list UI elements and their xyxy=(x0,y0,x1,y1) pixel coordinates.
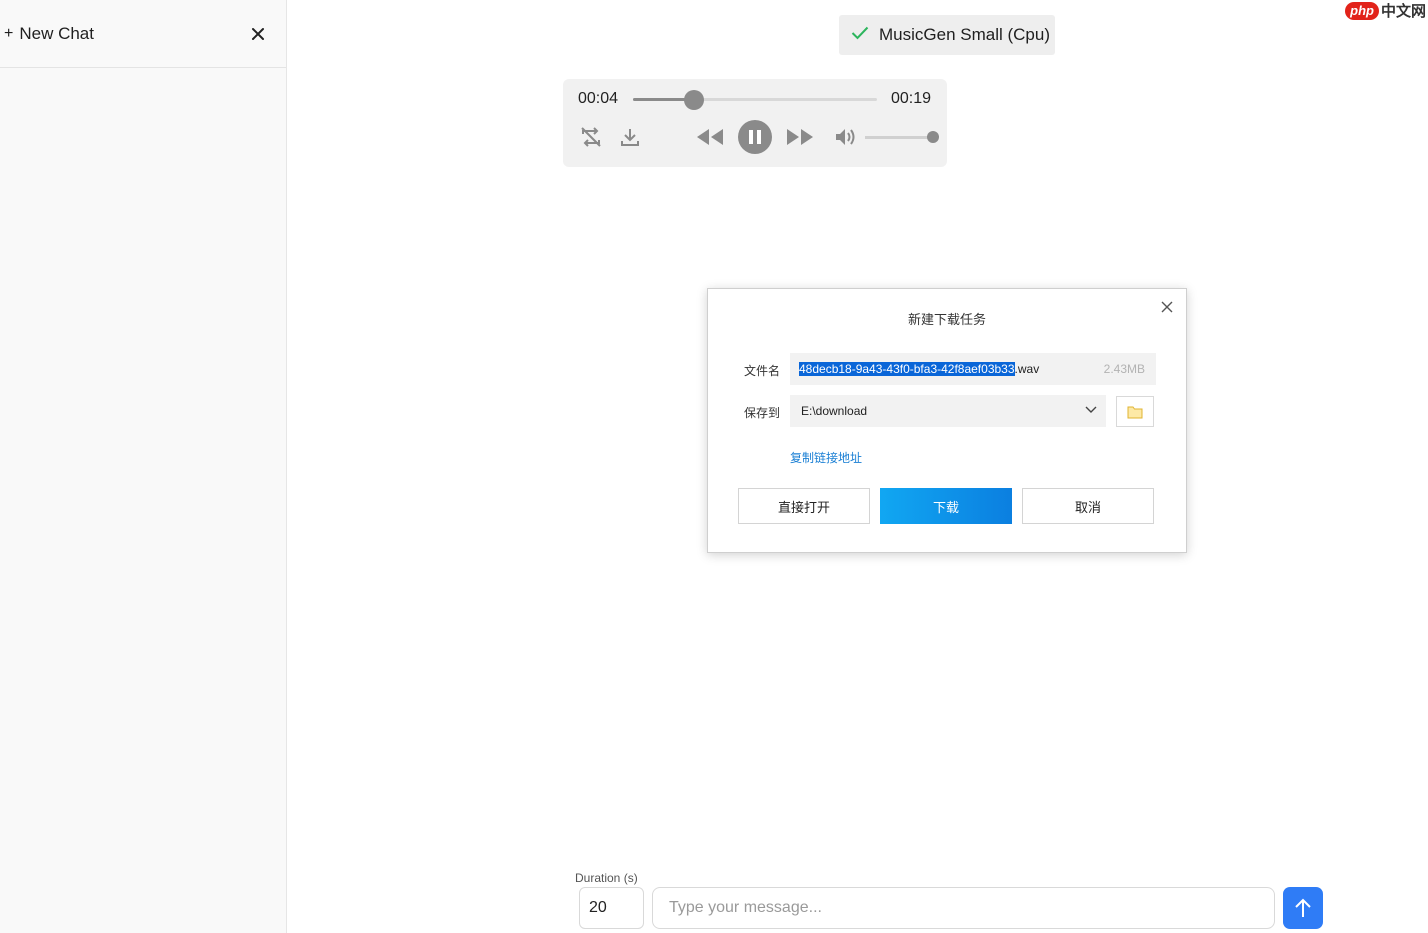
chevron-down-icon xyxy=(1084,404,1098,419)
volume-slider[interactable] xyxy=(865,131,939,143)
browse-folder-button[interactable] xyxy=(1116,396,1154,427)
model-status-badge: MusicGen Small (Cpu) xyxy=(839,15,1055,55)
watermark-php: php xyxy=(1345,1,1379,20)
filename-selected-text: 48decb18-9a43-43f0-bfa3-42f8aef03b33 xyxy=(799,362,1015,376)
duration-label: Duration (s) xyxy=(575,871,638,885)
save-path-select[interactable]: E:\download xyxy=(790,395,1106,427)
file-size: 2.43MB xyxy=(1103,362,1145,376)
sidebar-header: + New Chat xyxy=(0,0,286,68)
check-icon xyxy=(851,25,869,45)
sidebar: + New Chat xyxy=(0,0,287,933)
progress-track[interactable] xyxy=(633,90,877,110)
duration-time: 00:19 xyxy=(891,90,932,107)
new-chat-button[interactable]: + New Chat xyxy=(4,24,94,44)
message-input[interactable] xyxy=(652,887,1275,929)
pause-icon xyxy=(749,130,761,144)
download-dialog: 新建下载任务 文件名 48decb18-9a43-43f0-bfa3-42f8a… xyxy=(707,288,1187,553)
dialog-title: 新建下载任务 xyxy=(907,312,986,327)
duration-input[interactable] xyxy=(579,887,644,929)
progress-thumb[interactable] xyxy=(684,90,704,110)
plus-icon: + xyxy=(4,24,14,42)
filename-label: 文件名 xyxy=(744,364,781,378)
volume-icon[interactable] xyxy=(833,122,859,152)
close-sidebar-icon[interactable] xyxy=(248,24,268,44)
filename-input[interactable]: 48decb18-9a43-43f0-bfa3-42f8aef03b33 .wa… xyxy=(790,353,1156,385)
copy-link-address[interactable]: 复制链接地址 xyxy=(790,449,862,466)
open-directly-button[interactable]: 直接打开 xyxy=(738,488,870,524)
current-time: 00:04 xyxy=(578,90,619,107)
save-to-label: 保存到 xyxy=(744,406,781,420)
loop-off-icon[interactable] xyxy=(578,122,604,152)
download-button[interactable]: 下载 xyxy=(880,488,1012,524)
fast-forward-icon[interactable] xyxy=(785,122,815,152)
audio-player: 00:04 00:19 xyxy=(563,79,947,167)
cancel-button[interactable]: 取消 xyxy=(1022,488,1154,524)
volume-fill xyxy=(865,136,933,139)
watermark-cn: 中文网 xyxy=(1380,3,1426,20)
filename-extension: .wav xyxy=(1014,362,1040,376)
volume-thumb[interactable] xyxy=(927,131,939,143)
send-button[interactable] xyxy=(1283,887,1323,929)
rewind-icon[interactable] xyxy=(695,122,725,152)
site-watermark: php 中文网 xyxy=(1345,0,1426,21)
new-chat-label: New Chat xyxy=(19,23,94,43)
folder-icon xyxy=(1127,406,1143,418)
pause-button[interactable] xyxy=(738,120,772,154)
close-icon[interactable] xyxy=(1160,300,1174,314)
save-path-value: E:\download xyxy=(801,404,868,418)
model-name: MusicGen Small (Cpu) xyxy=(879,25,1050,44)
arrow-up-icon xyxy=(1295,898,1311,917)
download-icon[interactable] xyxy=(618,122,642,152)
